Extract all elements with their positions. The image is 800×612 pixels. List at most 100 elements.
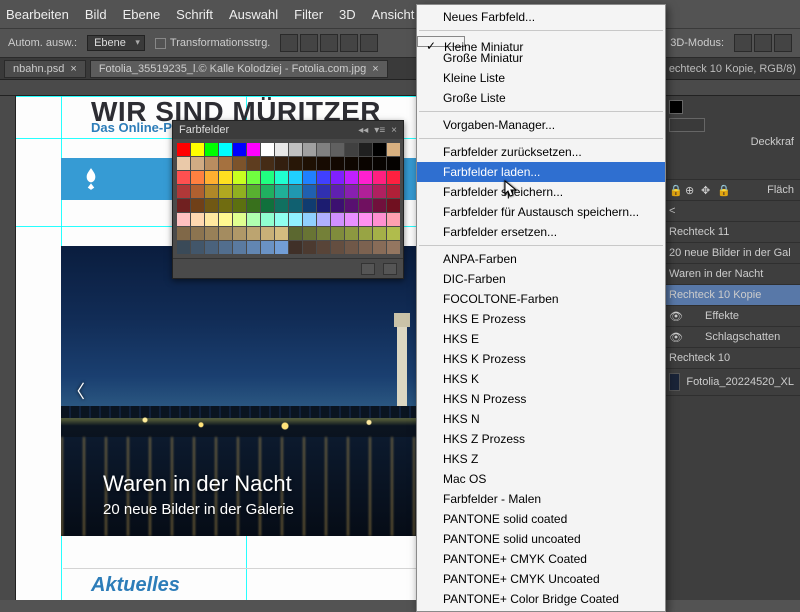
layer-row[interactable]: Rechteck 10 Kopie xyxy=(663,285,800,306)
swatch-cell[interactable] xyxy=(261,143,274,156)
swatch-cell[interactable] xyxy=(191,157,204,170)
swatch-cell[interactable] xyxy=(345,157,358,170)
swatch-cell[interactable] xyxy=(303,213,316,226)
mode3d-btn-3[interactable] xyxy=(774,34,792,52)
menu-item[interactable]: Farbfelder laden... xyxy=(417,162,665,182)
swatch-cell[interactable] xyxy=(205,171,218,184)
swatch-cell[interactable] xyxy=(191,241,204,254)
swatch-cell[interactable] xyxy=(219,213,232,226)
tab-close-icon[interactable]: × xyxy=(70,63,76,75)
swatch-cell[interactable] xyxy=(387,241,400,254)
swatch-cell[interactable] xyxy=(359,157,372,170)
swatch-cell[interactable] xyxy=(289,143,302,156)
swatch-cell[interactable] xyxy=(387,143,400,156)
swatch-cell[interactable] xyxy=(345,227,358,240)
swatches-panel[interactable]: Farbfelder ◂◂ ▾≡ × xyxy=(172,120,404,279)
swatch-cell[interactable] xyxy=(233,241,246,254)
swatch-cell[interactable] xyxy=(317,227,330,240)
auto-select-dropdown[interactable]: Ebene xyxy=(87,35,145,51)
layer-row[interactable]: Rechteck 10 xyxy=(663,348,800,369)
swatch-cell[interactable] xyxy=(261,241,274,254)
swatch-cell[interactable] xyxy=(373,199,386,212)
swatch-cell[interactable] xyxy=(303,227,316,240)
layer-row[interactable]: Waren in der Nacht xyxy=(663,264,800,285)
panel-collapse-icon[interactable]: ◂◂ xyxy=(358,125,368,136)
menu-item[interactable]: Vorgaben-Manager... xyxy=(417,115,665,135)
menu-bearbeiten[interactable]: Bearbeiten xyxy=(6,7,69,22)
panel-close-icon[interactable]: × xyxy=(391,125,397,136)
swatch-cell[interactable] xyxy=(219,241,232,254)
menu-item[interactable]: Kleine Miniatur xyxy=(417,36,465,47)
menu-item[interactable]: HKS Z Prozess xyxy=(417,429,665,449)
swatch-cell[interactable] xyxy=(289,157,302,170)
menu-bild[interactable]: Bild xyxy=(85,7,107,22)
swatch-cell[interactable] xyxy=(359,143,372,156)
tab-close-icon[interactable]: × xyxy=(372,63,378,75)
swatch-cell[interactable] xyxy=(275,171,288,184)
swatch-cell[interactable] xyxy=(247,227,260,240)
swatch-cell[interactable] xyxy=(331,143,344,156)
swatch-cell[interactable] xyxy=(261,157,274,170)
swatch-cell[interactable] xyxy=(191,199,204,212)
swatch-cell[interactable] xyxy=(219,143,232,156)
swatch-cell[interactable] xyxy=(275,157,288,170)
menu-item[interactable]: PANTONE solid uncoated xyxy=(417,529,665,549)
swatch-cell[interactable] xyxy=(219,157,232,170)
swatch-cell[interactable] xyxy=(233,227,246,240)
swatch-cell[interactable] xyxy=(233,213,246,226)
swatch-cell[interactable] xyxy=(289,171,302,184)
swatch-cell[interactable] xyxy=(177,227,190,240)
swatch-cell[interactable] xyxy=(177,199,190,212)
swatch-cell[interactable] xyxy=(303,185,316,198)
swatch-cell[interactable] xyxy=(191,185,204,198)
menu-item[interactable]: Farbfelder zurücksetzen... xyxy=(417,142,665,162)
swatch-cell[interactable] xyxy=(275,241,288,254)
swatch-cell[interactable] xyxy=(205,227,218,240)
swatch-cell[interactable] xyxy=(191,213,204,226)
swatch-cell[interactable] xyxy=(289,213,302,226)
menu-ansicht[interactable]: Ansicht xyxy=(372,7,415,22)
swatch-cell[interactable] xyxy=(261,213,274,226)
swatch-cell[interactable] xyxy=(275,199,288,212)
menu-item[interactable]: Mac OS xyxy=(417,469,665,489)
swatch-cell[interactable] xyxy=(331,171,344,184)
swatch-picker[interactable] xyxy=(669,118,705,132)
swatch-cell[interactable] xyxy=(359,227,372,240)
swatch-cell[interactable] xyxy=(387,199,400,212)
swatch-cell[interactable] xyxy=(261,227,274,240)
menu-item[interactable]: HKS E Prozess xyxy=(417,309,665,329)
swatch-cell[interactable] xyxy=(345,199,358,212)
swatch-cell[interactable] xyxy=(359,171,372,184)
link-icon[interactable]: ⊕ xyxy=(685,184,697,196)
align-btn-3[interactable] xyxy=(320,34,338,52)
swatch-cell[interactable] xyxy=(177,171,190,184)
swatch-cell[interactable] xyxy=(177,143,190,156)
swatch-cell[interactable] xyxy=(359,185,372,198)
swatch-cell[interactable] xyxy=(373,171,386,184)
swatch-cell[interactable] xyxy=(177,157,190,170)
menu-auswahl[interactable]: Auswahl xyxy=(229,7,278,22)
layer-row[interactable]: 20 neue Bilder in der Gal xyxy=(663,243,800,264)
swatch-cell[interactable] xyxy=(177,241,190,254)
swatch-cell[interactable] xyxy=(247,241,260,254)
swatch-cell[interactable] xyxy=(247,185,260,198)
swatch-cell[interactable] xyxy=(289,185,302,198)
swatch-cell[interactable] xyxy=(317,157,330,170)
swatch-cell[interactable] xyxy=(233,157,246,170)
swatch-cell[interactable] xyxy=(345,241,358,254)
menu-item[interactable]: PANTONE+ CMYK Uncoated xyxy=(417,569,665,589)
menu-ebene[interactable]: Ebene xyxy=(123,7,161,22)
swatch-cell[interactable] xyxy=(233,171,246,184)
swatch-cell[interactable] xyxy=(303,143,316,156)
menu-item[interactable]: Farbfelder ersetzen... xyxy=(417,222,665,242)
delete-swatch-icon[interactable] xyxy=(383,263,397,275)
menu-item[interactable]: Farbfelder - Malen xyxy=(417,489,665,509)
swatch-cell[interactable] xyxy=(247,171,260,184)
swatches-panel-header[interactable]: Farbfelder ◂◂ ▾≡ × xyxy=(173,121,403,139)
swatch-cell[interactable] xyxy=(247,199,260,212)
swatch-cell[interactable] xyxy=(205,241,218,254)
menu-item[interactable]: Große Liste xyxy=(417,88,665,108)
swatch-cell[interactable] xyxy=(247,213,260,226)
menu-item[interactable]: Farbfelder für Austausch speichern... xyxy=(417,202,665,222)
swatch-cell[interactable] xyxy=(205,199,218,212)
